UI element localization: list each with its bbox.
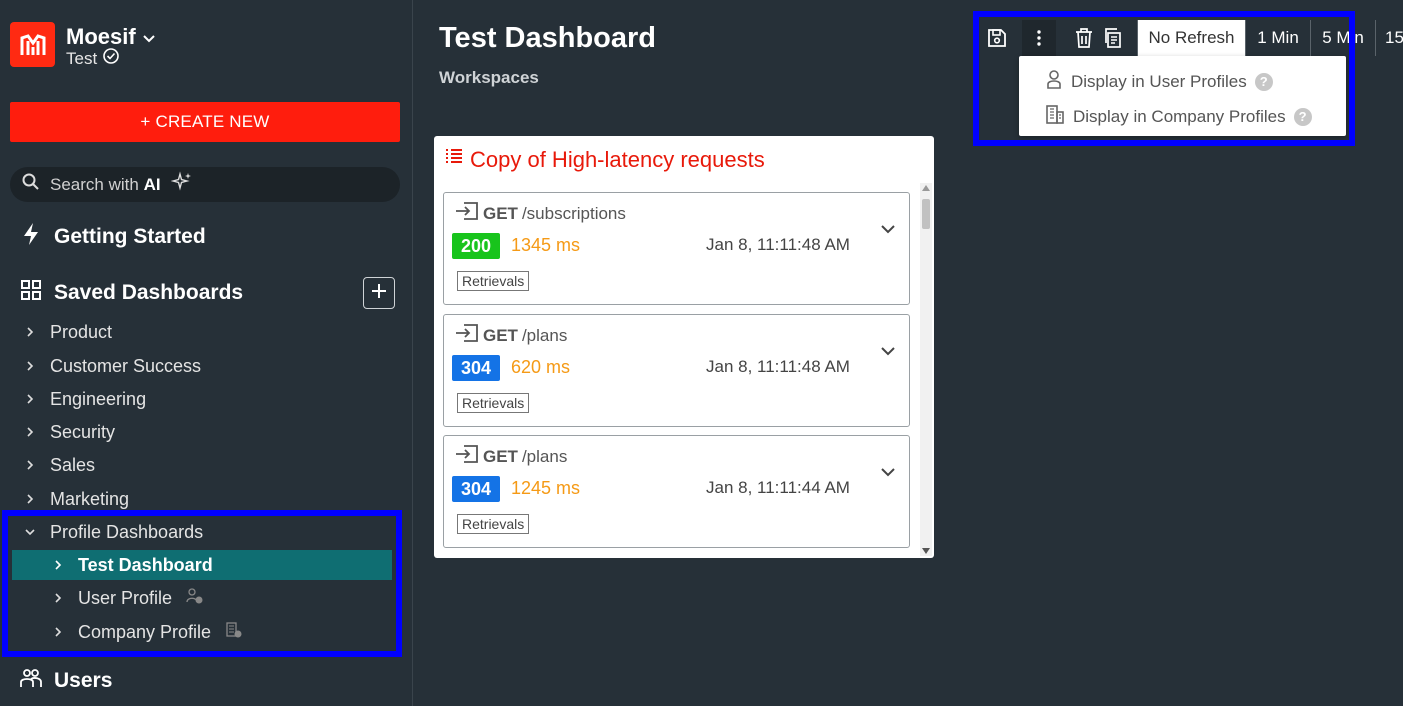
status-badge: 200 <box>452 233 500 259</box>
users-icon <box>20 667 42 695</box>
plus-icon <box>371 283 387 304</box>
search-placeholder: Search with <box>50 174 139 194</box>
event-row[interactable]: GET /plans 304 620 ms Jan 8, 11:11:48 AM… <box>443 314 910 427</box>
folder-label: Marketing <box>50 488 130 509</box>
expand-chevron-icon[interactable] <box>880 221 896 239</box>
add-dashboard-button[interactable] <box>363 277 395 309</box>
nav-users-label: Users <box>54 669 113 692</box>
nav-users[interactable]: Users <box>20 667 112 695</box>
folder-label: Sales <box>50 454 96 475</box>
brand-name: Moesif <box>66 24 136 49</box>
search-icon <box>22 173 40 196</box>
event-latency: 620 ms <box>511 357 571 377</box>
event-tag: Retrievals <box>457 514 530 534</box>
nav-getting-started[interactable]: Getting Started <box>20 222 206 252</box>
event-time: Jan 8, 11:11:48 AM <box>706 357 850 376</box>
chevron-right-icon <box>24 459 36 471</box>
nav-saved-dashboards[interactable]: Saved Dashboards <box>20 279 243 307</box>
chevron-right-icon <box>24 393 36 405</box>
lightning-icon <box>20 222 42 252</box>
event-time: Jan 8, 11:11:44 AM <box>706 478 850 497</box>
environment-label: Test <box>66 48 98 68</box>
event-time: Jan 8, 11:11:48 AM <box>706 235 850 254</box>
folder-sales[interactable]: Sales <box>24 450 95 480</box>
card-scrollbar[interactable] <box>920 183 932 556</box>
chevron-right-icon <box>24 326 36 338</box>
event-latency: 1245 ms <box>511 478 581 498</box>
folder-security[interactable]: Security <box>24 417 115 447</box>
sign-in-icon <box>455 323 479 348</box>
event-path: /plans <box>521 446 568 466</box>
folder-engineering[interactable]: Engineering <box>24 384 146 414</box>
sparkle-icon <box>169 171 193 198</box>
folder-product[interactable]: Product <box>24 317 112 347</box>
event-tag: Retrievals <box>457 393 530 413</box>
profile-dashboards-highlight-box <box>2 510 402 657</box>
event-method: GET <box>483 203 518 223</box>
event-stream-card: Copy of High-latency requests GET /subsc… <box>434 136 934 558</box>
refresh-option-15-min[interactable]: 15 <box>1375 20 1403 56</box>
event-latency: 1345 ms <box>511 235 581 255</box>
chevron-down-icon <box>142 24 156 50</box>
scroll-up-icon[interactable] <box>922 185 930 191</box>
moesif-logo <box>10 22 55 67</box>
toolbar-highlight-box <box>973 11 1355 146</box>
card-title: Copy of High-latency requests <box>470 147 765 172</box>
brand-switcher[interactable]: Moesif Test <box>10 22 156 69</box>
page-title: Test Dashboard <box>439 22 657 54</box>
folder-label: Customer Success <box>50 355 202 376</box>
breadcrumb-workspaces[interactable]: Workspaces <box>439 68 539 88</box>
expand-chevron-icon[interactable] <box>880 464 896 482</box>
event-tag: Retrievals <box>457 271 530 291</box>
status-badge: 304 <box>452 476 500 502</box>
event-method: GET <box>483 325 518 345</box>
scroll-down-icon[interactable] <box>922 548 930 554</box>
event-path: /plans <box>521 325 568 345</box>
event-row[interactable]: GET /subscriptions 200 1345 ms Jan 8, 11… <box>443 192 910 305</box>
folder-label: Security <box>50 421 116 442</box>
event-row[interactable]: GET /plans 304 1245 ms Jan 8, 11:11:44 A… <box>443 435 910 548</box>
event-list-icon <box>444 147 464 173</box>
sign-in-icon <box>455 201 479 226</box>
nav-saved-dashboards-label: Saved Dashboards <box>54 281 244 304</box>
chevron-right-icon <box>24 493 36 505</box>
create-new-button[interactable]: + CREATE NEW <box>10 102 400 142</box>
nav-getting-started-label: Getting Started <box>54 225 206 248</box>
search-ai-label: AI <box>143 174 161 194</box>
sign-in-icon <box>455 444 479 469</box>
folder-label: Engineering <box>50 388 147 409</box>
search-input[interactable]: Search with AI <box>10 167 400 202</box>
chevron-right-icon <box>24 360 36 372</box>
event-method: GET <box>483 446 518 466</box>
sidebar: Moesif Test + CREATE NEW Search with AI … <box>0 0 413 706</box>
check-circle-icon <box>103 48 119 69</box>
event-path: /subscriptions <box>521 203 626 223</box>
folder-label: Product <box>50 321 113 342</box>
status-badge: 304 <box>452 355 500 381</box>
expand-chevron-icon[interactable] <box>880 343 896 361</box>
dashboard-grid-icon <box>20 279 42 307</box>
folder-customer-success[interactable]: Customer Success <box>24 351 201 381</box>
chevron-right-icon <box>24 426 36 438</box>
scrollbar-thumb[interactable] <box>922 199 930 229</box>
